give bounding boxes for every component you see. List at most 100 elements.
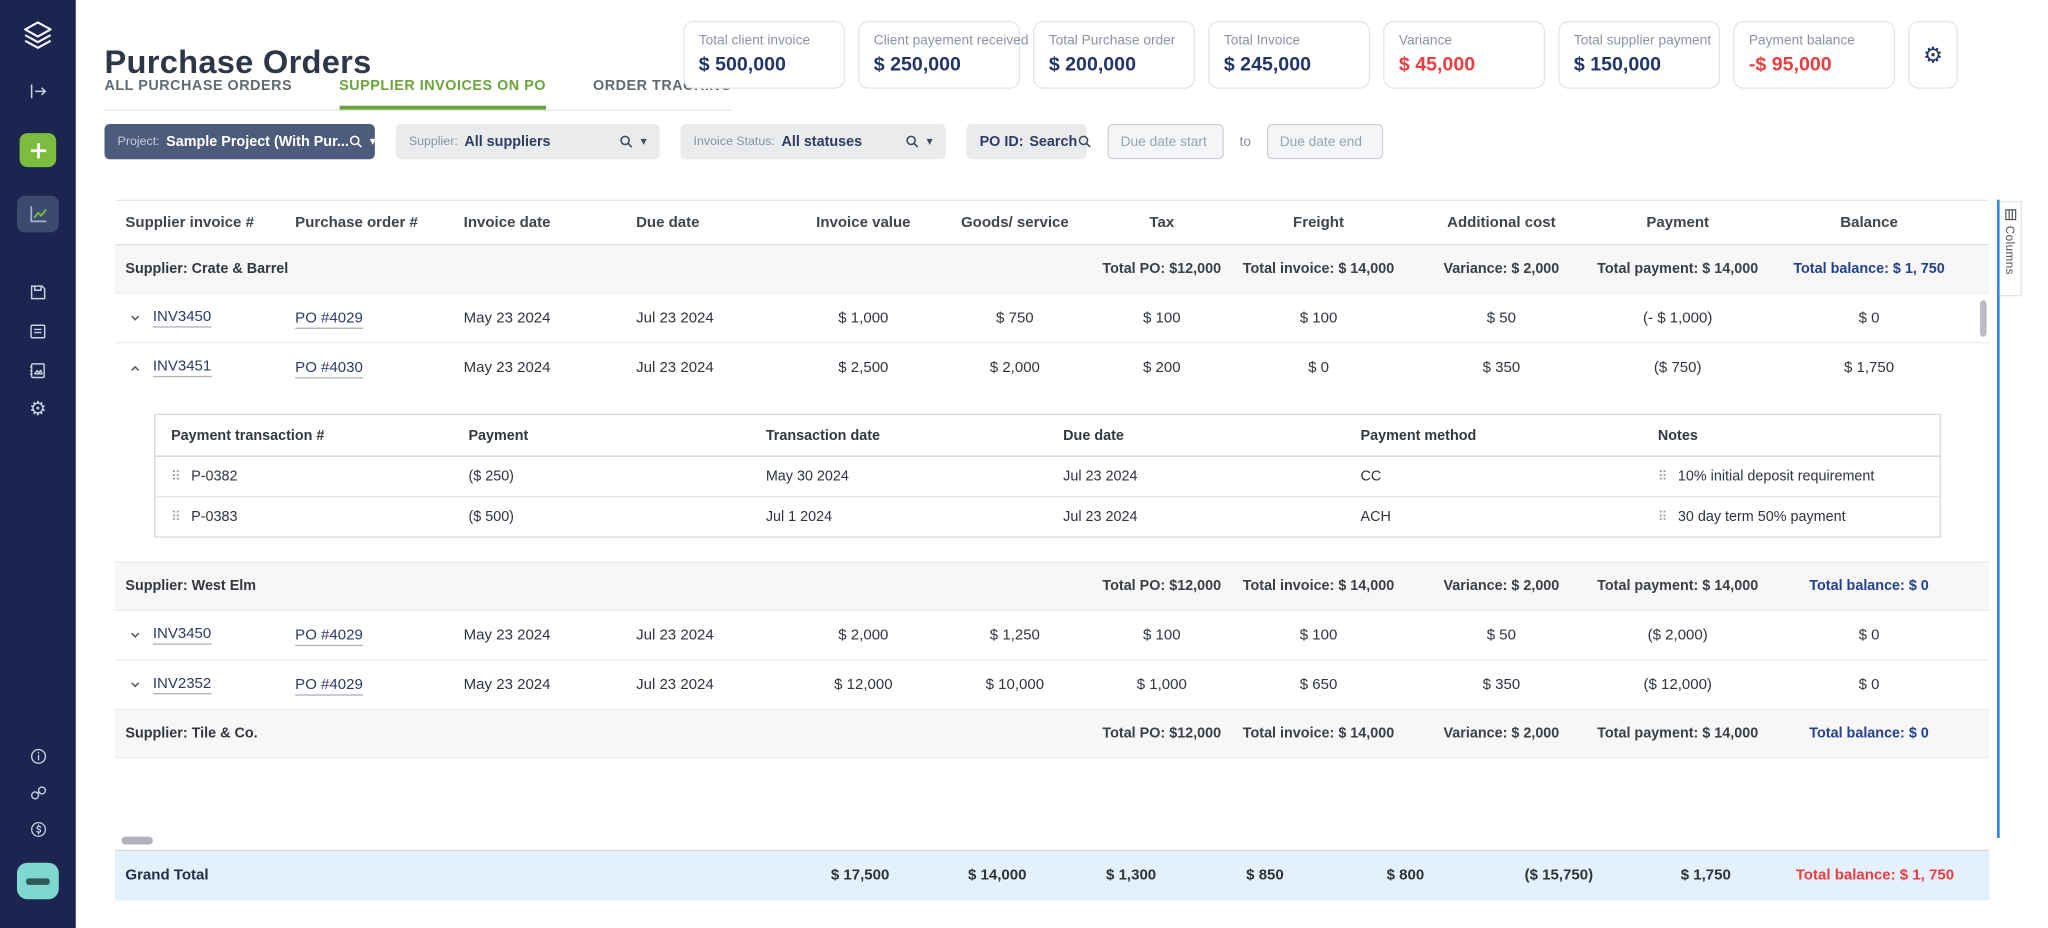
po-link[interactable]: PO #4030 <box>295 360 363 378</box>
due-date-end-input[interactable] <box>1267 124 1383 159</box>
invoice-date-cell: May 23 2024 <box>464 677 636 693</box>
table-row: INV2352 PO #4029 May 23 2024 Jul 23 2024… <box>115 660 1989 710</box>
group-total-invoice: Total invoice: $ 14,000 <box>1230 726 1406 742</box>
group-total-payment: Total payment: $ 14,000 <box>1596 726 1759 742</box>
group-total-balance: Total balance: $ 1, 750 <box>1759 261 1978 277</box>
column-header-freight: Freight <box>1230 215 1406 231</box>
save-icon[interactable] <box>27 282 48 303</box>
vertical-scrollbar-thumb[interactable] <box>1980 300 1987 337</box>
invoices-icon[interactable] <box>27 321 48 342</box>
group-total-po: Total PO: $12,000 <box>1093 578 1230 594</box>
column-header-invoice-date: Invoice date <box>464 215 636 231</box>
supplier-group-row: Supplier: Crate & Barrel Total PO: $12,0… <box>115 245 1989 293</box>
app-logo-icon[interactable] <box>18 17 57 56</box>
expand-toggle[interactable] <box>125 675 143 693</box>
caret-down-icon: ▾ <box>370 136 376 148</box>
invoice-link[interactable]: INV3451 <box>153 359 211 377</box>
txn-payment: ($ 250) <box>453 469 750 485</box>
horizontal-scrollbar-thumb[interactable] <box>121 837 152 845</box>
column-header-purchase-order: Purchase order # <box>295 215 463 231</box>
search-icon <box>349 134 363 148</box>
table-row: INV3450 PO #4029 May 23 2024 Jul 23 2024… <box>115 611 1989 661</box>
invoice-link[interactable]: INV3450 <box>153 309 211 327</box>
drag-handle-icon[interactable]: ⠿ <box>171 510 181 524</box>
grand-invoice-value: $ 17,500 <box>792 868 929 884</box>
group-total-payment: Total payment: $ 14,000 <box>1596 261 1759 277</box>
payment-column-transaction: Payment transaction # <box>155 427 452 443</box>
payments-panel: Payment transaction # Payment Transactio… <box>115 414 1989 563</box>
table-row-expanded: INV3451 PO #4030 May 23 2024 Jul 23 2024… <box>115 343 1989 393</box>
card-value: -$ 95,000 <box>1749 54 1880 76</box>
invoice-link[interactable]: INV3450 <box>153 626 211 644</box>
group-total-invoice: Total invoice: $ 14,000 <box>1230 261 1406 277</box>
plan-badge[interactable] <box>17 863 59 900</box>
tax-cell: $ 1,000 <box>1093 677 1230 693</box>
column-header-supplier-invoice: Supplier invoice # <box>125 215 295 231</box>
card-label: Total client invoice <box>699 33 830 49</box>
po-link[interactable]: PO #4029 <box>295 310 363 328</box>
drag-handle-icon[interactable]: ⠿ <box>1658 469 1668 483</box>
search-icon <box>906 134 920 148</box>
payments-table: Payment transaction # Payment Transactio… <box>154 414 1941 538</box>
balance-cell: $ 0 <box>1759 677 1978 693</box>
settings-icon[interactable]: ⚙ <box>29 399 47 419</box>
expand-toggle[interactable] <box>125 309 143 327</box>
additional-cost-cell: $ 50 <box>1407 627 1596 643</box>
info-icon[interactable] <box>28 747 48 767</box>
columns-panel-tab[interactable]: Columns <box>2000 201 2022 296</box>
billing-icon[interactable] <box>28 820 48 840</box>
payment-column-method: Payment method <box>1345 427 1642 443</box>
goods-cell: $ 1,250 <box>936 627 1093 643</box>
freight-cell: $ 100 <box>1230 310 1406 326</box>
nav-analytics-active[interactable] <box>17 196 59 233</box>
group-variance: Variance: $ 2,000 <box>1407 578 1596 594</box>
column-header-balance: Balance <box>1759 215 1978 231</box>
sidebar: ⚙ <box>0 0 76 928</box>
link-icon[interactable] <box>28 783 48 803</box>
txn-payment: ($ 500) <box>453 509 750 525</box>
payment-cell: ($ 12,000) <box>1596 677 1759 693</box>
txn-date: Jul 1 2024 <box>750 509 1047 525</box>
freight-cell: $ 650 <box>1230 677 1406 693</box>
filter-invoice-status[interactable]: Invoice Status: All statuses ▾ <box>680 124 945 159</box>
filter-bar: Project: Sample Project (With Pur... ▾ S… <box>104 124 1382 159</box>
card-label: Client payement received <box>874 33 1005 49</box>
tab-supplier-invoices-on-po[interactable]: SUPPLIER INVOICES ON PO <box>339 73 546 110</box>
due-date-separator: to <box>1240 134 1251 150</box>
chevron-down-icon <box>129 629 141 641</box>
grand-freight: $ 850 <box>1196 868 1333 884</box>
tab-all-purchase-orders[interactable]: ALL PURCHASE ORDERS <box>104 73 292 110</box>
due-date-start-input[interactable] <box>1108 124 1224 159</box>
drag-handle-icon[interactable]: ⠿ <box>1658 510 1668 524</box>
po-link[interactable]: PO #4029 <box>295 627 363 645</box>
expand-toggle[interactable] <box>125 626 143 644</box>
filter-label: PO ID: <box>980 134 1024 150</box>
txn-notes: 30 day term 50% payment <box>1678 509 1846 525</box>
invoice-date-cell: May 23 2024 <box>464 360 636 376</box>
group-total-payment: Total payment: $ 14,000 <box>1596 578 1759 594</box>
supplier-label: Supplier: West Elm <box>125 578 1093 594</box>
card-label: Total Purchase order <box>1049 33 1180 49</box>
tab-bar: ALL PURCHASE ORDERS SUPPLIER INVOICES ON… <box>104 73 732 111</box>
summary-card-variance: Variance $ 45,000 <box>1383 21 1545 89</box>
goods-cell: $ 750 <box>936 310 1093 326</box>
invoice-link[interactable]: INV2352 <box>153 675 211 693</box>
payment-row: ⠿P-0383 ($ 500) Jul 1 2024 Jul 23 2024 A… <box>155 496 1939 536</box>
expand-sidebar-icon[interactable] <box>27 81 48 102</box>
filter-project[interactable]: Project: Sample Project (With Pur... ▾ <box>104 124 374 159</box>
txn-id: P-0382 <box>191 469 237 485</box>
contacts-icon[interactable] <box>27 360 48 381</box>
sidebar-bottom-group <box>28 747 48 840</box>
card-value: $ 500,000 <box>699 54 830 76</box>
filter-label: Supplier: <box>409 134 458 148</box>
add-button[interactable] <box>20 133 57 167</box>
settings-button[interactable]: ⚙ <box>1908 21 1958 89</box>
drag-handle-icon[interactable]: ⠿ <box>171 469 181 483</box>
filter-supplier[interactable]: Supplier: All suppliers ▾ <box>396 124 660 159</box>
summary-card-payment-balance: Payment balance -$ 95,000 <box>1733 21 1895 89</box>
filter-po-id[interactable]: PO ID: Search <box>967 124 1087 159</box>
collapse-toggle[interactable] <box>125 359 143 377</box>
summary-card-client-payment-received: Client payement received $ 250,000 <box>858 21 1020 89</box>
balance-cell: $ 0 <box>1759 310 1978 326</box>
po-link[interactable]: PO #4029 <box>295 677 363 695</box>
